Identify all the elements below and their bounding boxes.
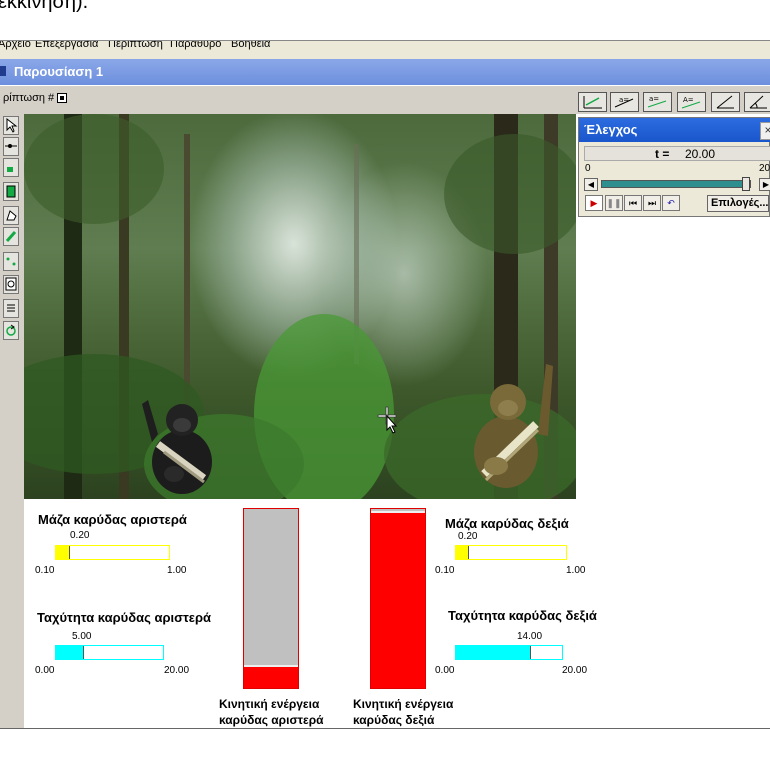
right-speed-value: 14.00	[517, 631, 543, 642]
left-mass-value: 0.20	[70, 530, 90, 541]
move-cursor-icon	[377, 406, 398, 434]
left-mass-thumb[interactable]	[69, 546, 70, 559]
rotate-icon[interactable]	[3, 321, 19, 340]
left-speed-fill	[56, 646, 83, 659]
time-left-arrow-icon[interactable]: ◀	[584, 178, 598, 191]
polygon-icon[interactable]	[3, 206, 19, 225]
left-gorilla-image	[142, 400, 212, 494]
left-mass-fill	[56, 546, 69, 559]
body-icon[interactable]	[3, 158, 19, 177]
play-icon[interactable]: ▶	[585, 195, 603, 211]
left-mass-label: Μάζα καρύδας αριστερά	[38, 512, 187, 527]
axes-icon[interactable]	[578, 92, 607, 112]
time-slider[interactable]	[601, 177, 751, 191]
left-speed-slider[interactable]	[55, 645, 164, 660]
window-title: Παρουσίαση 1	[14, 64, 104, 79]
left-speed-max: 20.00	[164, 665, 190, 676]
left-toolbar	[0, 114, 25, 728]
time-slider-thumb[interactable]	[742, 177, 750, 191]
step-forward-icon[interactable]: ⏭	[643, 195, 661, 211]
left-speed-value: 5.00	[72, 631, 92, 642]
case-label: ρίπτωση #	[3, 92, 55, 104]
time-min: 0	[585, 163, 591, 174]
window-bottom-border	[0, 728, 770, 729]
time-right-arrow-icon[interactable]: ▶	[759, 178, 770, 191]
control-title: Έλεγχος	[584, 122, 638, 137]
left-energy-label-2: καρύδας αριστερά	[219, 713, 324, 727]
right-speed-slider[interactable]	[455, 645, 563, 660]
constraint-icon[interactable]	[3, 252, 19, 271]
right-speed-fill	[456, 646, 530, 659]
right-mass-slider[interactable]	[455, 545, 567, 560]
menu-edit[interactable]: Επεξεργασία	[35, 41, 98, 50]
time-value: 20.00	[685, 147, 716, 161]
right-speed-max: 20.00	[562, 665, 588, 676]
list-icon[interactable]	[3, 299, 19, 318]
menu-bar: Αρχείο Επεξεργασία Περίπτωση Παράθυρο Βο…	[0, 40, 770, 59]
window-icon	[0, 66, 6, 76]
right-energy-bar	[370, 508, 426, 689]
svg-text:A=: A=	[683, 96, 694, 104]
menu-window[interactable]: Παράθυρο	[170, 41, 221, 50]
menu-case[interactable]: Περίπτωση	[108, 41, 163, 50]
left-speed-min: 0.00	[35, 665, 55, 676]
right-mass-value: 0.20	[458, 531, 478, 542]
close-icon[interactable]: ×	[760, 122, 770, 140]
left-energy-fill	[244, 665, 298, 688]
right-gorilla-image	[474, 364, 553, 488]
left-mass-slider[interactable]	[55, 545, 170, 560]
right-energy-label-2: καρύδας δεξιά	[353, 713, 435, 727]
point-icon[interactable]	[3, 137, 19, 156]
case-selector-icon[interactable]	[57, 93, 67, 103]
control-panel: Έλεγχος × t = 20.00 0 20 ◀ ▶ ▶ ❚❚ ⏮ ⏭ ↶ …	[578, 117, 770, 217]
right-speed-thumb[interactable]	[530, 646, 531, 659]
control-title-bar: Έλεγχος	[579, 118, 770, 142]
left-speed-label: Ταχύτητα καρύδας αριστερά	[37, 610, 212, 625]
left-mass-max: 1.00	[167, 565, 187, 576]
pause-icon[interactable]: ❚❚	[605, 195, 623, 211]
reset-icon[interactable]: ↶	[662, 195, 680, 211]
options-button[interactable]: Επιλογές...	[707, 195, 769, 212]
right-speed-min: 0.00	[435, 665, 455, 676]
time-label: t =	[655, 147, 670, 161]
left-energy-bar	[243, 508, 299, 689]
time-max: 20	[759, 163, 770, 174]
slider-tool-icon[interactable]: a=	[610, 92, 639, 112]
right-mass-max: 1.00	[566, 565, 586, 576]
page-top-cut-text: εκκίνηση).	[0, 0, 770, 16]
right-mass-label: Μάζα καρύδας δεξιά	[445, 516, 569, 531]
step-back-icon[interactable]: ⏮	[624, 195, 642, 211]
dual-slider-icon[interactable]: a=	[643, 92, 672, 112]
left-speed-thumb[interactable]	[83, 646, 84, 659]
left-mass-min: 0.10	[35, 565, 55, 576]
left-energy-label-1: Κινητική ενέργεια	[219, 697, 320, 711]
angle-tool-icon[interactable]	[711, 92, 740, 112]
jungle-background-image	[24, 114, 576, 499]
right-energy-fill	[371, 511, 425, 688]
menu-help[interactable]: Βοήθεια	[231, 41, 270, 50]
time-display: t = 20.00	[584, 146, 770, 161]
right-mass-fill	[456, 546, 468, 559]
pen-icon[interactable]	[3, 227, 19, 246]
text-tool-icon[interactable]: A=	[677, 92, 706, 112]
right-mass-thumb[interactable]	[468, 546, 469, 559]
right-energy-label-1: Κινητική ενέργεια	[353, 697, 454, 711]
right-mass-min: 0.10	[435, 565, 455, 576]
svg-text:a=: a=	[649, 95, 659, 103]
right-speed-label: Ταχύτητα καρύδας δεξιά	[448, 608, 597, 623]
meter-icon[interactable]	[3, 275, 19, 294]
menu-file[interactable]: Αρχείο	[0, 41, 31, 50]
arrow-icon[interactable]	[3, 116, 19, 135]
rect-icon[interactable]	[3, 182, 19, 201]
window-title-bar: Παρουσίαση 1	[0, 59, 770, 85]
angle-tool-2-icon[interactable]	[744, 92, 770, 112]
